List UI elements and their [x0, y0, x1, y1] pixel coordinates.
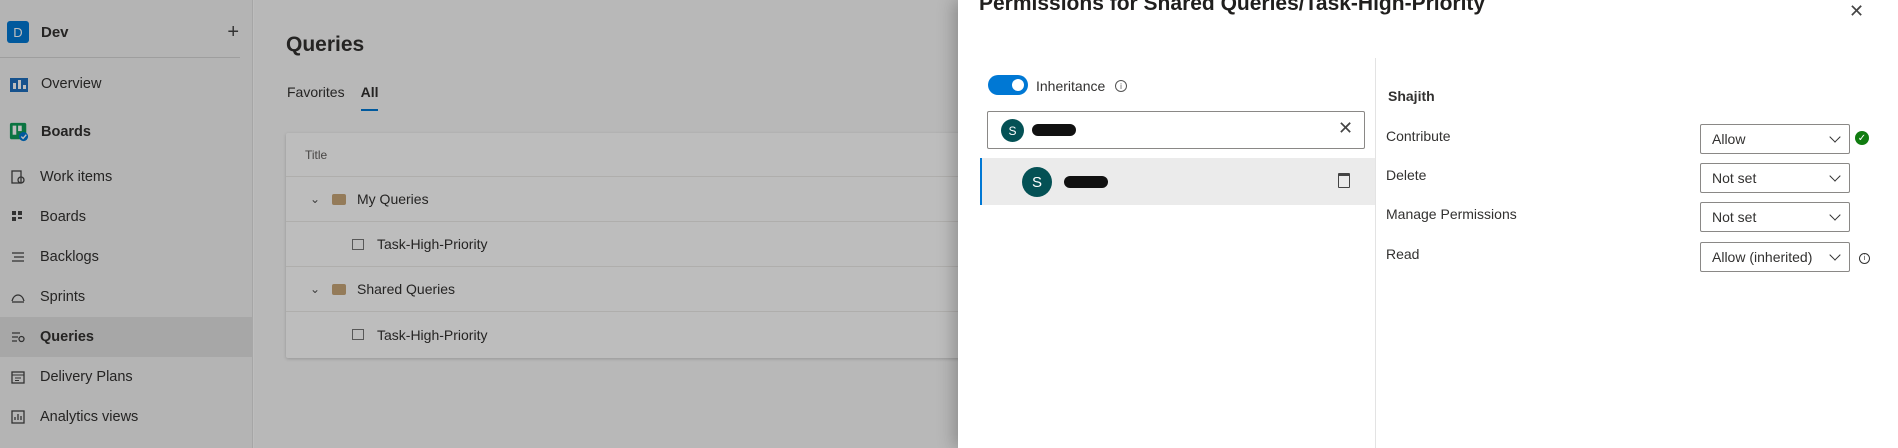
divider [1375, 58, 1376, 448]
check-circle-icon: ✓ [1855, 131, 1869, 145]
avatar: S [1001, 119, 1024, 142]
identity-list-item[interactable]: S [980, 158, 1375, 205]
permission-dropdown-delete[interactable]: Not set [1700, 163, 1850, 193]
panel-title: Permissions for Shared Queries/Task-High… [979, 0, 1486, 15]
chevron-down-icon [1829, 170, 1841, 182]
chevron-down-icon [1829, 131, 1841, 143]
permission-dropdown-manage-permissions[interactable]: Not set [1700, 202, 1850, 232]
toggle-knob [1012, 79, 1024, 91]
inheritance-label: Inheritance [1036, 78, 1106, 94]
close-icon[interactable]: ✕ [1849, 1, 1864, 22]
permissions-panel: Permissions for Shared Queries/Task-High… [958, 0, 1898, 448]
delete-icon[interactable] [1338, 173, 1350, 188]
permission-label: Read [1386, 246, 1420, 262]
chevron-down-icon [1829, 249, 1841, 261]
dropdown-value: Allow [1712, 131, 1746, 147]
permission-dropdown-read[interactable]: Allow (inherited) [1700, 242, 1850, 272]
identity-search-input[interactable]: S ✕ [987, 111, 1365, 149]
info-icon[interactable]: i [1115, 80, 1127, 92]
redacted-name [1064, 176, 1108, 188]
dropdown-value: Not set [1712, 170, 1757, 186]
close-icon[interactable]: ✕ [1338, 118, 1353, 139]
info-icon[interactable]: i [1859, 253, 1870, 264]
redacted-name [1032, 124, 1076, 136]
dropdown-value: Not set [1712, 209, 1757, 225]
avatar: S [1022, 167, 1052, 197]
permission-dropdown-contribute[interactable]: Allow [1700, 124, 1850, 154]
dropdown-value: Allow (inherited) [1712, 249, 1813, 265]
permission-label: Delete [1386, 167, 1427, 183]
selected-user-name: Shajith [1388, 88, 1435, 104]
inheritance-toggle[interactable] [988, 75, 1028, 95]
permission-label: Manage Permissions [1386, 206, 1517, 222]
permission-label: Contribute [1386, 128, 1451, 144]
chevron-down-icon [1829, 209, 1841, 221]
